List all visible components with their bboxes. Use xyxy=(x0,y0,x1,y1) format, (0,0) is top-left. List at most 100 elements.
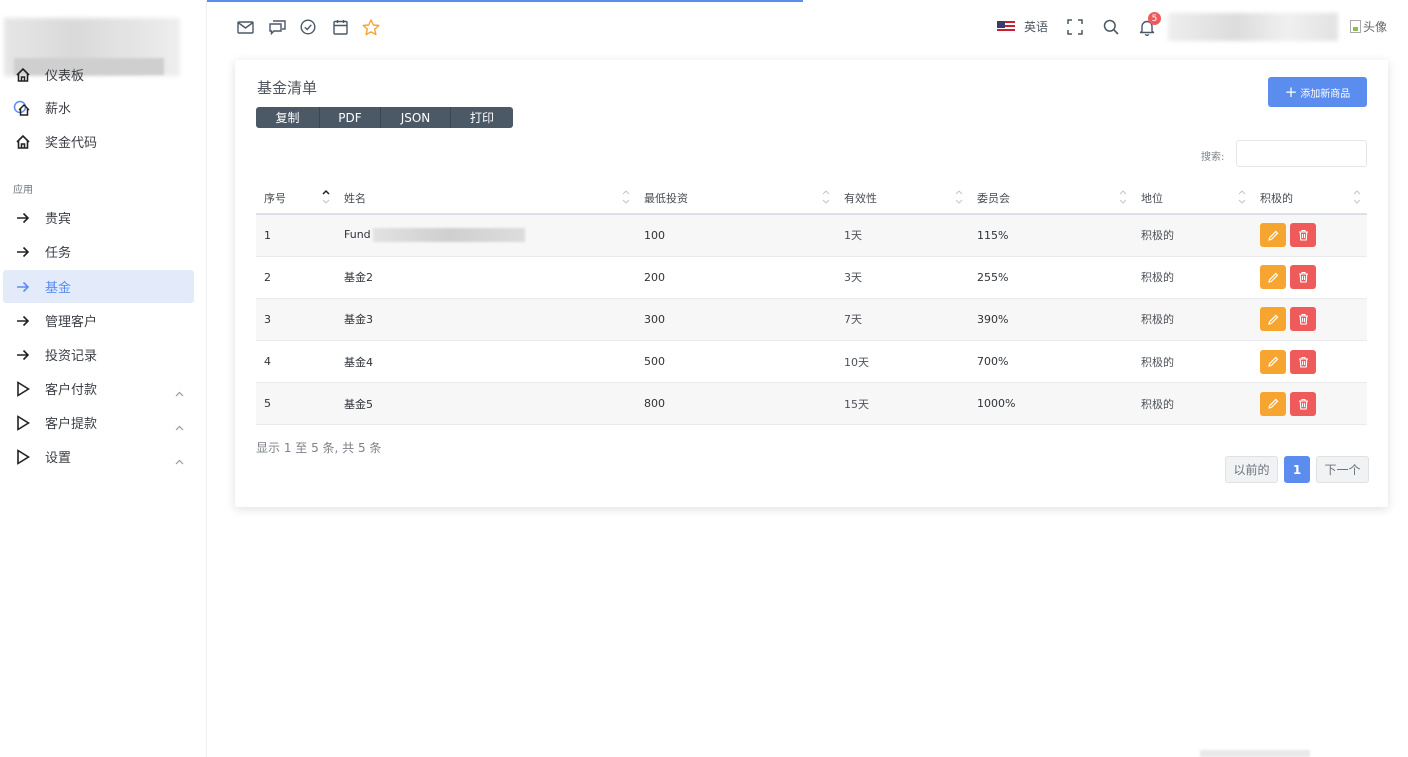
calendar-icon[interactable] xyxy=(330,17,350,37)
arrow-right-icon xyxy=(13,208,33,228)
pagination-next[interactable]: 下一个 xyxy=(1316,456,1369,483)
column-header-status[interactable]: 地位 xyxy=(1133,182,1252,215)
us-flag-icon xyxy=(997,20,1015,33)
plus-icon: + xyxy=(1284,82,1298,101)
search-label: 搜索: xyxy=(1201,152,1225,163)
edit-button[interactable] xyxy=(1260,307,1286,332)
delete-button[interactable] xyxy=(1290,391,1316,416)
column-header-label: 有效性 xyxy=(844,191,877,205)
cell-min-investment: 500 xyxy=(636,340,836,384)
column-header-commission[interactable]: 委员会 xyxy=(969,182,1133,215)
check-circle-icon[interactable] xyxy=(298,17,318,37)
cell-validity: 15天 xyxy=(836,382,969,426)
delete-button[interactable] xyxy=(1290,307,1316,332)
sidebar-item-tasks[interactable]: 任务 xyxy=(3,235,194,268)
cell-actions xyxy=(1252,214,1367,257)
avatar[interactable]: 头像 xyxy=(1350,16,1388,36)
arrow-right-icon xyxy=(13,311,33,331)
cell-commission: 115% xyxy=(969,214,1133,257)
pencil-icon xyxy=(1267,314,1278,325)
search-input[interactable] xyxy=(1236,140,1367,167)
add-new-item-label: 添加新商品 xyxy=(1300,88,1351,100)
trash-icon xyxy=(1298,398,1308,410)
column-header-min-investment[interactable]: 最低投资 xyxy=(636,182,836,215)
column-header-id[interactable]: 序号 xyxy=(256,182,336,215)
copy-button[interactable]: 复制 xyxy=(256,107,320,128)
column-header-validity[interactable]: 有效性 xyxy=(836,182,969,215)
broken-image-icon xyxy=(1350,19,1361,33)
sidebar-item-bonus-code[interactable]: 奖金代码 xyxy=(3,125,194,158)
cell-validity: 10天 xyxy=(836,340,969,384)
json-button[interactable]: JSON xyxy=(381,107,451,128)
column-header-label: 积极的 xyxy=(1260,191,1293,205)
cell-commission: 255% xyxy=(969,256,1133,299)
sidebar-item-salary[interactable]: 薪水 xyxy=(3,91,194,124)
chevron-up-icon[interactable] xyxy=(175,416,184,435)
cell-name: 基金3 xyxy=(336,298,636,342)
sidebar-item-settings[interactable]: 设置 xyxy=(3,440,194,473)
mail-icon[interactable] xyxy=(235,17,255,37)
trash-icon xyxy=(1298,314,1308,326)
sidebar-item-client-withdrawals[interactable]: 客户提款 xyxy=(3,406,194,439)
sidebar-item-client-payments[interactable]: 客户付款 xyxy=(3,372,194,405)
delete-button[interactable] xyxy=(1290,265,1316,290)
chevron-up-icon[interactable] xyxy=(175,382,184,401)
column-header-active[interactable]: 积极的 xyxy=(1252,182,1367,215)
column-header-label: 序号 xyxy=(264,191,286,205)
cell-status: 积极的 xyxy=(1133,382,1252,426)
sidebar-item-label: 客户付款 xyxy=(45,383,98,398)
pencil-icon xyxy=(1267,398,1278,410)
sort-icon xyxy=(1119,187,1127,207)
sidebar-item-vip[interactable]: 贵宾 xyxy=(3,201,194,234)
cell-actions xyxy=(1252,256,1367,299)
chat-icon[interactable] xyxy=(267,17,287,37)
search-icon[interactable] xyxy=(1101,17,1121,37)
export-button-group: 复制 PDF JSON 打印 xyxy=(256,107,513,128)
sidebar-item-manage-clients[interactable]: 管理客户 xyxy=(3,304,194,337)
pagination-page-1[interactable]: 1 xyxy=(1284,456,1310,483)
arrow-right-icon xyxy=(13,277,33,297)
pdf-button[interactable]: PDF xyxy=(320,107,381,128)
add-new-item-button[interactable]: + 添加新商品 xyxy=(1268,77,1367,107)
edit-button[interactable] xyxy=(1260,349,1286,374)
funds-card: 基金清单 复制 PDF JSON 打印 + 添加新商品 搜索: 序号 姓名 最低… xyxy=(235,60,1388,507)
pagination-prev[interactable]: 以前的 xyxy=(1225,456,1278,483)
edit-button[interactable] xyxy=(1260,265,1286,290)
cell-min-investment: 100 xyxy=(636,214,836,257)
cell-name: Fund xyxy=(336,214,636,257)
home-icon xyxy=(13,65,33,85)
sidebar-item-label: 奖金代码 xyxy=(45,136,98,151)
table-header-row: 序号 姓名 最低投资 有效性 委员会 地位 积极的 xyxy=(256,182,1367,215)
star-icon[interactable] xyxy=(361,17,381,37)
pencil-icon xyxy=(1267,356,1278,367)
language-label: 英语 xyxy=(1024,20,1049,34)
pencil-icon xyxy=(1267,272,1278,283)
column-header-name[interactable]: 姓名 xyxy=(336,182,636,215)
sidebar-item-investment-records[interactable]: 投资记录 xyxy=(3,338,194,371)
trash-icon xyxy=(1298,272,1308,283)
cell-name: 基金5 xyxy=(336,382,636,426)
loading-progress-bar xyxy=(207,0,803,2)
sidebar-item-label: 仪表板 xyxy=(45,69,85,84)
edit-button[interactable] xyxy=(1260,391,1286,416)
sidebar-item-funds[interactable]: 基金 xyxy=(3,270,194,303)
fullscreen-icon[interactable] xyxy=(1065,17,1085,37)
table-info: 显示 1 至 5 条, 共 5 条 xyxy=(256,441,382,455)
sidebar-item-dashboard[interactable]: 仪表板 xyxy=(3,58,194,91)
edit-button[interactable] xyxy=(1260,223,1286,248)
sidebar-item-label: 贵宾 xyxy=(45,212,72,227)
print-button[interactable]: 打印 xyxy=(451,107,513,128)
trash-icon xyxy=(1298,230,1308,241)
chevron-up-icon[interactable] xyxy=(175,450,184,469)
column-header-label: 地位 xyxy=(1141,191,1163,205)
sidebar: 仪表板 薪水 奖金代码 应用 贵宾 任务 基金 管理客户 投资记录 客户付款 客… xyxy=(0,0,207,757)
sort-icon xyxy=(822,187,830,207)
cell-validity: 3天 xyxy=(836,256,969,299)
language-selector[interactable]: 英语 xyxy=(997,18,1048,35)
cell-id: 4 xyxy=(256,340,336,384)
cell-status: 积极的 xyxy=(1133,298,1252,342)
pagination: 以前的 1 下一个 xyxy=(1225,456,1369,483)
delete-button[interactable] xyxy=(1290,349,1316,374)
delete-button[interactable] xyxy=(1290,223,1316,248)
cell-actions xyxy=(1252,382,1367,426)
